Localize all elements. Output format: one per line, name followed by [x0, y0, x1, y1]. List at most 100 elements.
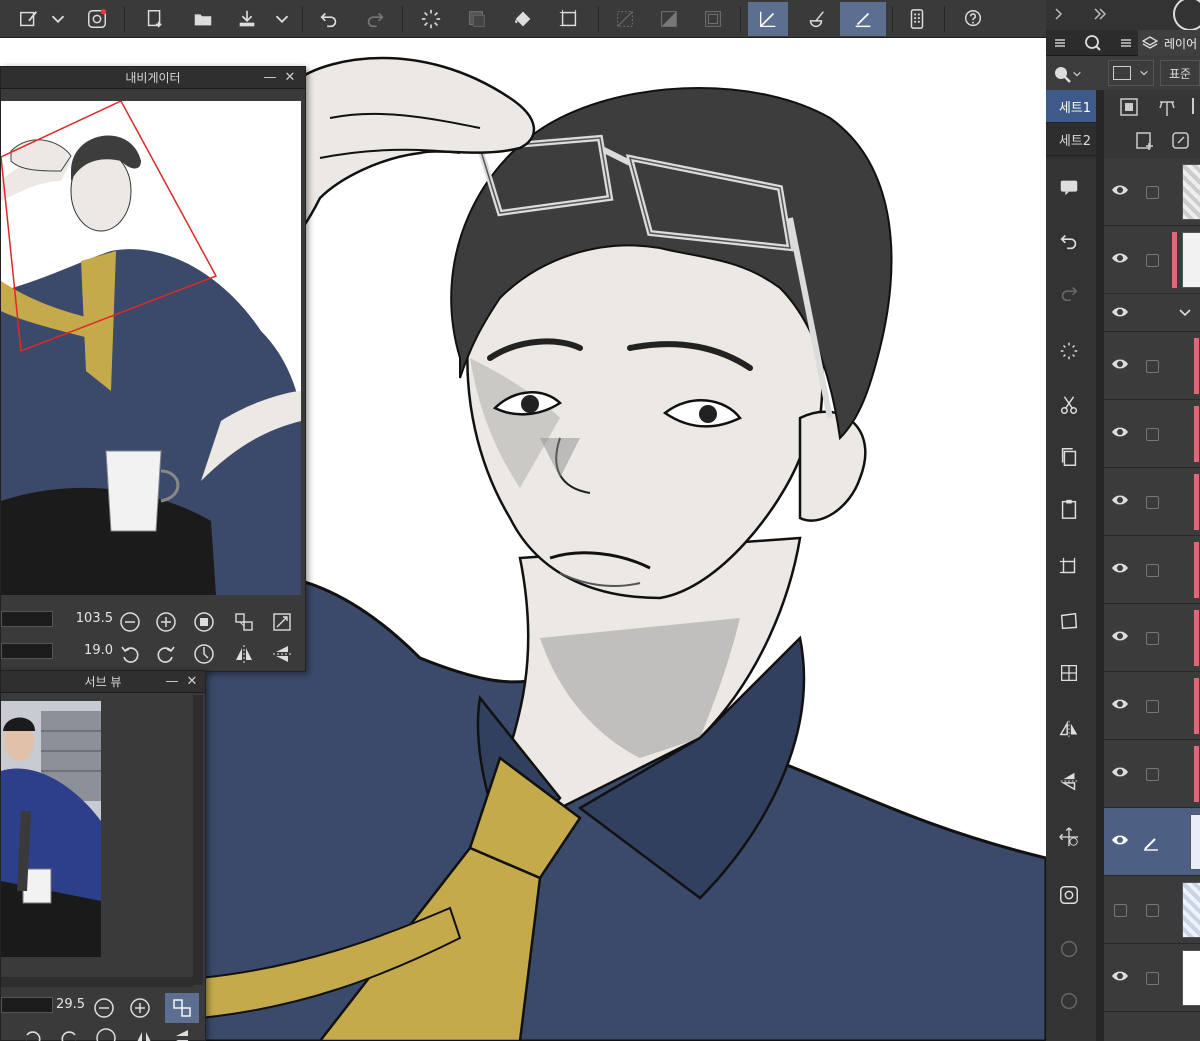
layer-visibility-checkbox[interactable] — [1114, 904, 1127, 917]
paste-icon[interactable] — [1052, 492, 1086, 526]
crop-icon[interactable] — [1052, 550, 1086, 584]
layer-row[interactable] — [1104, 876, 1200, 944]
layer-row[interactable] — [1104, 944, 1200, 1012]
flip-vertical-icon[interactable] — [171, 1027, 193, 1041]
layer-row[interactable] — [1104, 604, 1200, 672]
chevron-down-icon[interactable] — [1178, 308, 1192, 318]
hand-unlock-icon[interactable] — [1052, 984, 1086, 1018]
layer-row[interactable] — [1104, 536, 1200, 604]
layer-row[interactable] — [1104, 332, 1200, 400]
reference-layer-icon[interactable] — [1052, 878, 1086, 912]
close-icon[interactable]: ✕ — [185, 674, 199, 689]
hide-selection-icon[interactable] — [460, 2, 494, 36]
canvas-preview-icon[interactable] — [1052, 170, 1086, 204]
eye-icon[interactable] — [1110, 302, 1130, 322]
fill-tool-icon[interactable] — [796, 2, 836, 36]
fit-to-window-icon[interactable] — [233, 611, 255, 633]
undo-icon[interactable] — [1052, 224, 1086, 258]
eye-icon[interactable] — [1110, 248, 1130, 268]
minimize-icon[interactable]: — — [263, 70, 277, 85]
eye-icon[interactable] — [1110, 626, 1130, 646]
selection-rect-icon[interactable] — [552, 2, 586, 36]
pen-tool-icon[interactable] — [748, 2, 788, 36]
expand-icon[interactable] — [1092, 6, 1108, 22]
cut-icon[interactable] — [1052, 388, 1086, 422]
new-vector-layer-icon[interactable] — [1170, 130, 1192, 152]
layer-lock-checkbox[interactable] — [1146, 632, 1159, 645]
tool-settings-icon[interactable] — [12, 2, 46, 36]
layer-row-selected[interactable] — [1104, 808, 1200, 876]
eye-icon[interactable] — [1110, 966, 1130, 986]
blend-color-dropdown[interactable] — [1108, 60, 1154, 86]
layer-lock-checkbox[interactable] — [1146, 360, 1159, 373]
eye-icon[interactable] — [1110, 490, 1130, 510]
layer-row[interactable] — [1104, 740, 1200, 808]
dropdown-icon[interactable] — [46, 2, 70, 36]
layer-lock-checkbox[interactable] — [1146, 564, 1159, 577]
flip-horizontal-icon[interactable] — [1052, 712, 1086, 746]
undo-icon[interactable] — [312, 2, 346, 36]
redo-icon[interactable] — [1052, 276, 1086, 310]
invert-selection-icon[interactable] — [652, 2, 686, 36]
layer-search-dropdown[interactable] — [1052, 62, 1092, 86]
show-grid-icon[interactable] — [696, 2, 730, 36]
free-transform-icon[interactable] — [1052, 604, 1086, 638]
zoom-out-icon[interactable] — [93, 997, 115, 1019]
tab-layer[interactable]: 레이어 — [1138, 30, 1200, 56]
panel-menu-icon[interactable] — [1052, 35, 1068, 51]
collapse-icon[interactable] — [1052, 6, 1068, 22]
rotate-left-icon[interactable] — [21, 1027, 43, 1041]
layer-lock-checkbox[interactable] — [1146, 700, 1159, 713]
pen-icon[interactable] — [1188, 96, 1198, 118]
blend-mode-select[interactable]: 표준 — [1160, 60, 1200, 86]
hand-lock-icon[interactable] — [1052, 932, 1086, 966]
new-canvas-icon[interactable] — [138, 2, 172, 36]
reference-icon[interactable] — [1156, 96, 1178, 118]
mesh-transform-icon[interactable] — [1052, 656, 1086, 690]
color-circle-icon[interactable] — [1170, 0, 1200, 34]
layer-row[interactable] — [1104, 400, 1200, 468]
companion-icon[interactable] — [900, 2, 934, 36]
save-dropdown-icon[interactable] — [270, 2, 294, 36]
close-icon[interactable]: ✕ — [283, 70, 297, 85]
layer-lock-checkbox[interactable] — [1146, 428, 1159, 441]
layer-row[interactable] — [1104, 468, 1200, 536]
fit-to-window-button[interactable] — [165, 993, 199, 1023]
rotation-slider[interactable] — [1, 643, 53, 659]
open-folder-icon[interactable] — [186, 2, 220, 36]
redo-icon[interactable] — [358, 2, 392, 36]
eye-icon[interactable] — [1110, 422, 1130, 442]
loading-icon[interactable] — [414, 2, 448, 36]
clip-layer-icon[interactable] — [1118, 96, 1140, 118]
panel-menu-icon-2[interactable] — [1118, 35, 1134, 51]
flip-vertical-icon[interactable] — [271, 643, 293, 665]
zoom-out-icon[interactable] — [119, 611, 141, 633]
rotate-left-icon[interactable] — [119, 643, 141, 665]
clip-studio-icon[interactable] — [80, 2, 114, 36]
zoom-slider[interactable] — [1, 611, 53, 627]
eye-icon[interactable] — [1110, 830, 1130, 850]
layer-lock-checkbox[interactable] — [1146, 972, 1159, 985]
subview-scrollbar-horizontal[interactable] — [1, 977, 193, 987]
layer-lock-checkbox[interactable] — [1146, 768, 1159, 781]
eraser-tool-icon[interactable] — [840, 2, 886, 36]
fill-icon[interactable] — [506, 2, 540, 36]
layer-row[interactable] — [1104, 672, 1200, 740]
navigator-preview[interactable] — [1, 101, 301, 595]
subview-preview[interactable] — [1, 701, 101, 957]
help-icon[interactable] — [956, 2, 990, 36]
layer-lock-checkbox[interactable] — [1146, 254, 1159, 267]
reset-rotation-icon[interactable] — [95, 1027, 117, 1041]
deselect-icon[interactable] — [608, 2, 642, 36]
zoom-in-icon[interactable] — [129, 997, 151, 1019]
layer-lock-checkbox[interactable] — [1146, 186, 1159, 199]
layer-folder-row[interactable] — [1104, 294, 1200, 332]
layer-row[interactable] — [1104, 226, 1200, 294]
move-layer-icon[interactable] — [1052, 820, 1086, 854]
rotate-right-icon[interactable] — [155, 643, 177, 665]
reset-rotation-icon[interactable] — [193, 643, 215, 665]
fit-to-navigator-icon[interactable] — [271, 611, 293, 633]
layer-row[interactable] — [1104, 158, 1200, 226]
new-raster-layer-icon[interactable] — [1134, 130, 1156, 152]
search-icon[interactable] — [1084, 34, 1102, 52]
